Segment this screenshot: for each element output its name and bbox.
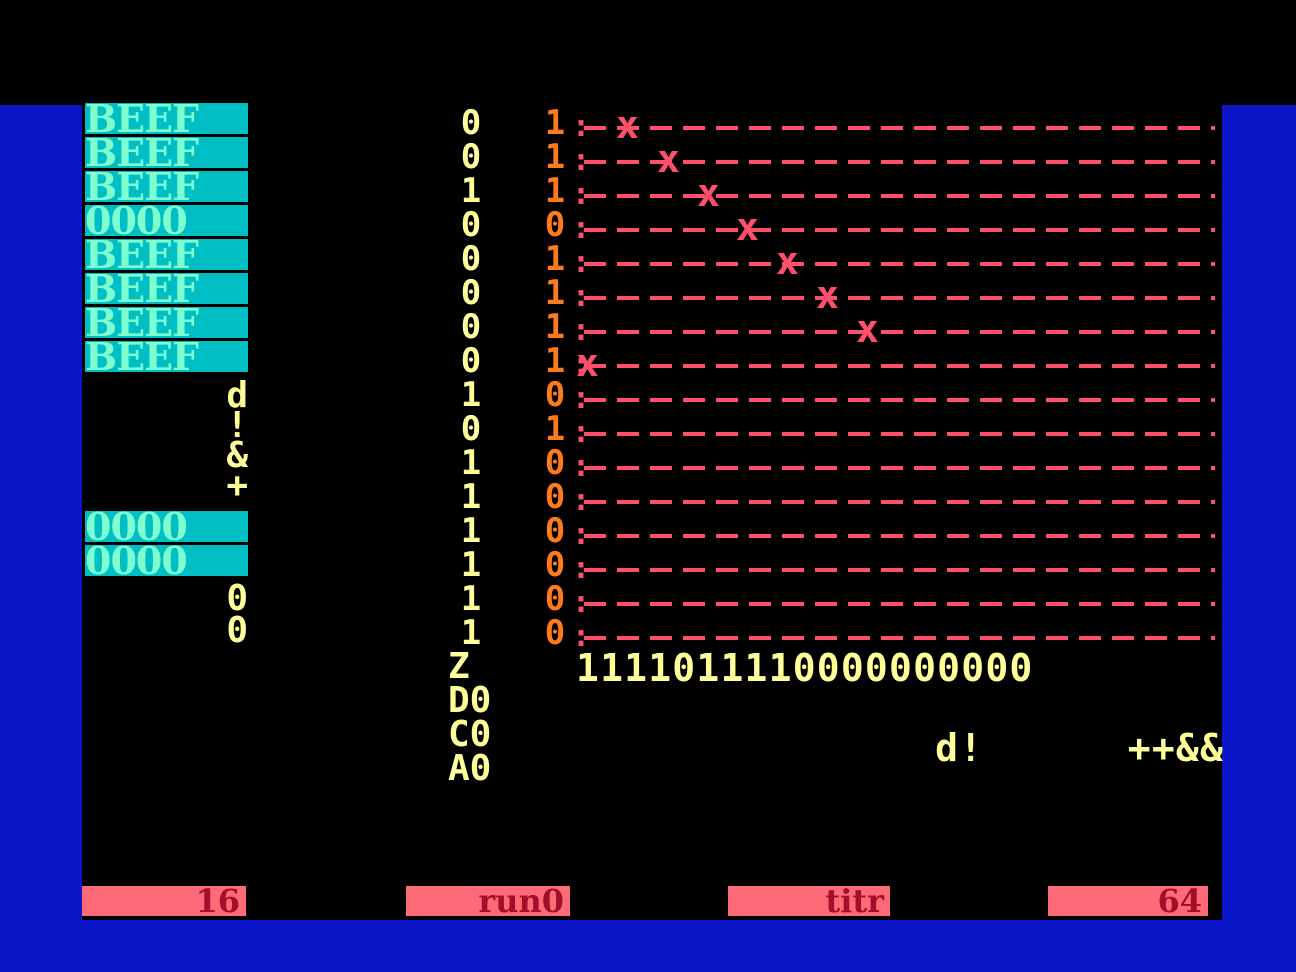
cross-mark: x (816, 273, 839, 317)
matrix-grid: ::::::::::::::::xxxxxxxx (572, 103, 1215, 654)
cross-mark: x (697, 171, 720, 215)
cross-mark: x (657, 137, 680, 181)
grid-mark-row: d! ++&& (576, 682, 1224, 770)
cross-mark: x (856, 307, 879, 351)
grid-mark-text: d! ++&& (935, 726, 1225, 770)
cross-mark: x (616, 103, 639, 147)
status-right[interactable]: 64 (1048, 885, 1208, 917)
cross-mark: x (736, 205, 759, 249)
flag-3: A0 (448, 748, 492, 789)
status-run[interactable]: run0 (406, 885, 570, 917)
cross-mark: x (576, 341, 599, 385)
cross-mark: x (776, 239, 799, 283)
status-left[interactable]: 16 (82, 885, 246, 917)
status-mode[interactable]: titr (728, 885, 890, 917)
